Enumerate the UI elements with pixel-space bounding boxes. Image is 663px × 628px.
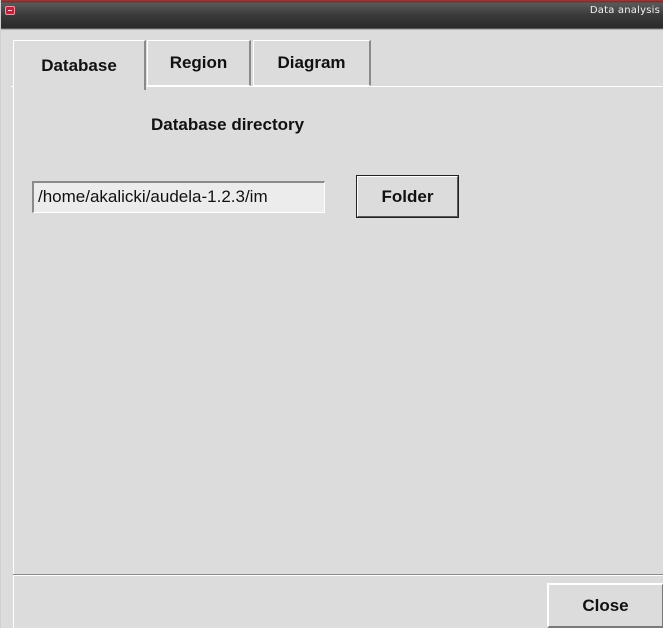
database-panel: [13, 86, 663, 574]
data-analysis-window: Data analysis Database Region Diagram Da…: [0, 0, 663, 628]
window-title: Data analysis: [589, 5, 660, 16]
title-bar[interactable]: Data analysis: [1, 0, 663, 30]
footer-left-edge: [13, 576, 14, 628]
database-directory-input[interactable]: /home/akalicki/audela-1.2.3/im: [32, 181, 325, 213]
database-directory-heading: Database directory: [151, 115, 305, 134]
close-button[interactable]: Close: [547, 583, 663, 628]
folder-button[interactable]: Folder: [356, 175, 459, 218]
tab-diagram[interactable]: Diagram: [253, 40, 371, 86]
tab-bar: Database Region Diagram: [1, 40, 663, 90]
footer-separator: [13, 574, 663, 576]
tab-region[interactable]: Region: [147, 40, 251, 86]
tab-database[interactable]: Database: [13, 40, 146, 90]
window-menu-icon[interactable]: [5, 6, 15, 15]
